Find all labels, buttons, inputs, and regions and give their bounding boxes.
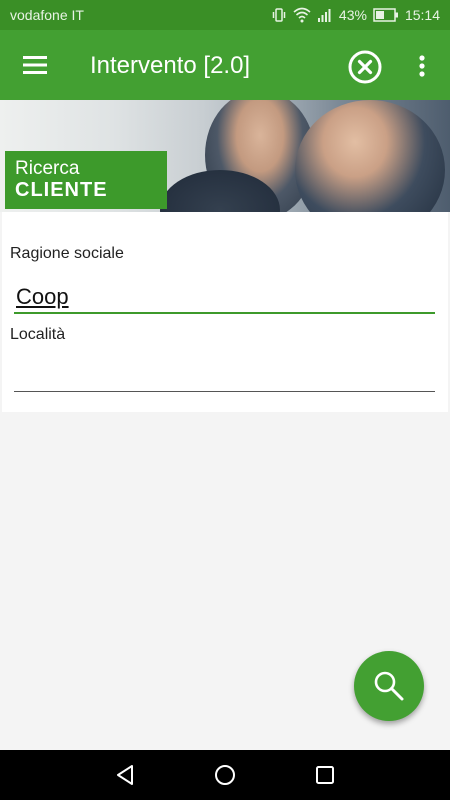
menu-icon[interactable] — [18, 50, 52, 80]
localita-underline — [14, 391, 435, 392]
clock: 15:14 — [404, 7, 440, 23]
status-bar: vodafone IT 43% 15:14 — [0, 0, 450, 30]
search-icon — [374, 671, 404, 701]
localita-label: Località — [10, 326, 66, 343]
vibrate-icon — [272, 8, 286, 22]
more-vert-icon[interactable] — [410, 50, 434, 82]
wifi-icon — [293, 7, 311, 23]
ragione-sociale-underline — [14, 312, 435, 314]
header-banner: Ricerca CLIENTE — [0, 100, 450, 212]
system-nav-bar — [0, 750, 450, 800]
search-form-card: Ragione sociale Località — [2, 212, 448, 412]
ragione-sociale-input[interactable] — [14, 282, 435, 312]
back-icon[interactable] — [113, 763, 137, 787]
banner-line1: Ricerca — [15, 158, 80, 179]
carrier-name: vodafone IT — [10, 7, 84, 23]
battery-icon — [373, 8, 398, 22]
close-circle-icon[interactable] — [347, 49, 383, 85]
page-title: Intervento [2.0] — [90, 52, 251, 79]
search-fab-button[interactable] — [354, 651, 424, 721]
ragione-sociale-label: Ragione sociale — [10, 245, 124, 262]
status-icons: 43% 15:14 — [271, 7, 440, 23]
battery-percent: 43% — [338, 7, 367, 23]
banner-line2: CLIENTE — [15, 179, 108, 201]
recents-icon[interactable] — [313, 763, 337, 787]
home-icon[interactable] — [213, 763, 237, 787]
banner-label: Ricerca CLIENTE — [5, 151, 167, 209]
app-bar: Intervento [2.0] — [0, 30, 450, 100]
localita-input[interactable] — [14, 360, 435, 390]
signal-icon — [317, 9, 331, 22]
